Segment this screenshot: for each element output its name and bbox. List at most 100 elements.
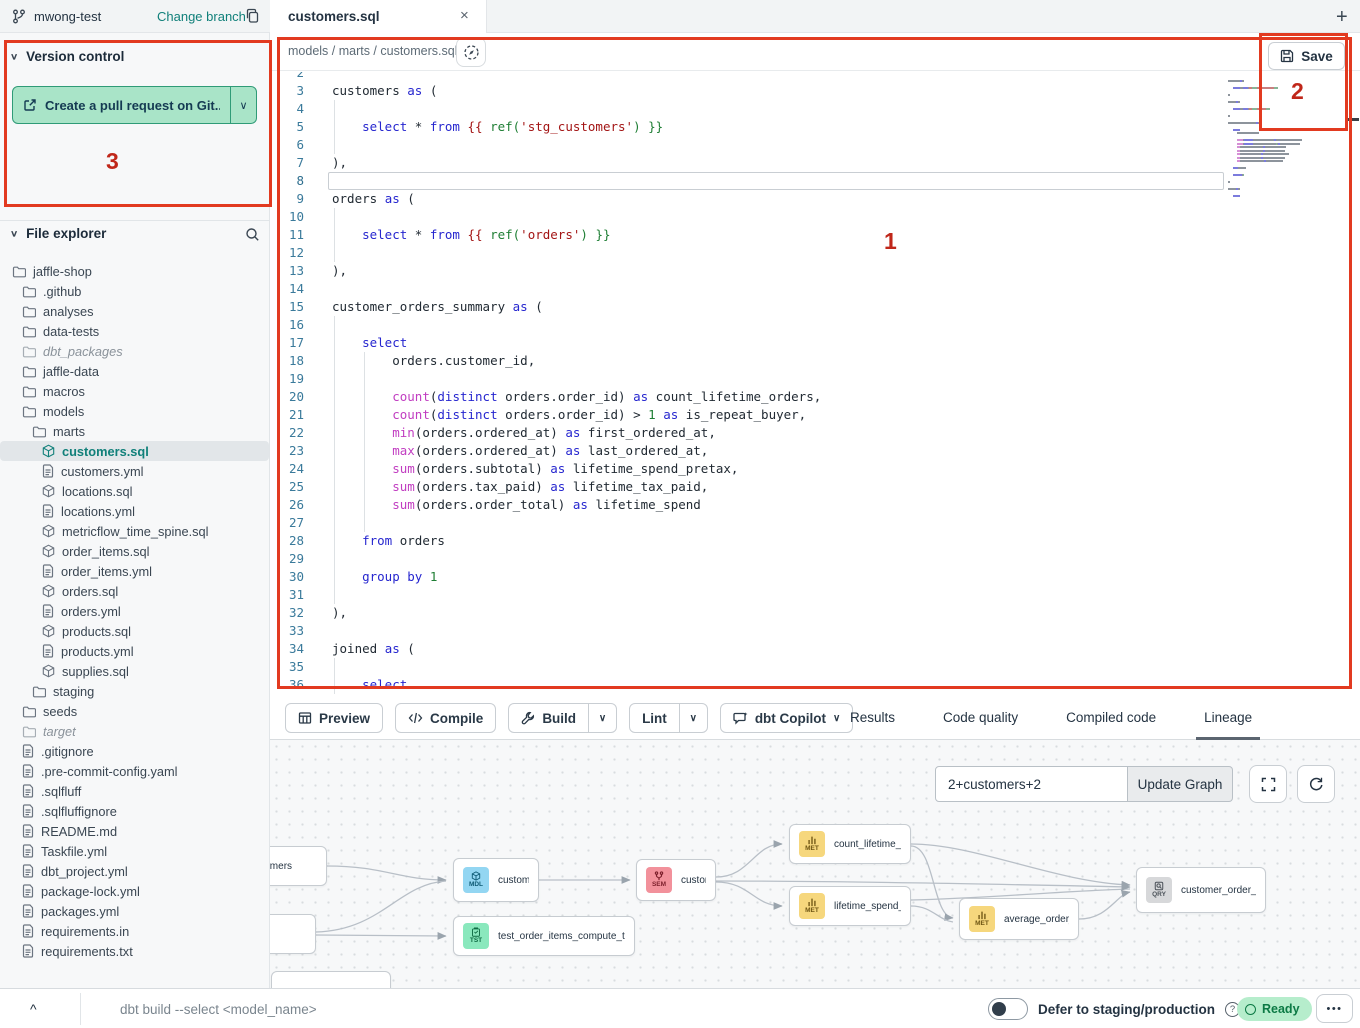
code-line[interactable]: 6 bbox=[270, 136, 1360, 154]
copilot-dropdown-caret[interactable]: ∨ bbox=[833, 713, 840, 724]
tree-item[interactable]: order_items.sql bbox=[0, 541, 269, 561]
command-input[interactable]: dbt build --select <model_name> bbox=[120, 989, 720, 1028]
code-line[interactable]: 12 bbox=[270, 244, 1360, 262]
code-line[interactable]: 13), bbox=[270, 262, 1360, 280]
code-line[interactable]: 28from orders bbox=[270, 532, 1360, 550]
code-line[interactable]: 14 bbox=[270, 280, 1360, 298]
code-line[interactable]: 30group by 1 bbox=[270, 568, 1360, 586]
file-explorer-header[interactable]: ∨ File explorer bbox=[10, 226, 260, 241]
code-line[interactable]: 17select bbox=[270, 334, 1360, 352]
code-line[interactable]: 33 bbox=[270, 622, 1360, 640]
tab-lineage[interactable]: Lineage bbox=[1196, 697, 1260, 740]
code-line[interactable]: 23max(orders.ordered_at) as last_ordered… bbox=[270, 442, 1360, 460]
tree-item[interactable]: metricflow_time_spine.sql bbox=[0, 521, 269, 541]
code-line[interactable]: 26sum(orders.order_total) as lifetime_sp… bbox=[270, 496, 1360, 514]
code-line[interactable]: 29 bbox=[270, 550, 1360, 568]
tab-results[interactable]: Results bbox=[842, 697, 903, 740]
tree-item[interactable]: Taskfile.yml bbox=[0, 841, 269, 861]
code-line[interactable]: 24sum(orders.subtotal) as lifetime_spend… bbox=[270, 460, 1360, 478]
lineage-node-lifetime-spend-pretax[interactable]: METlifetime_spend_pretax bbox=[789, 886, 911, 926]
tab-customers-sql[interactable]: customers.sql × bbox=[270, 0, 487, 33]
code-line[interactable]: 7), bbox=[270, 154, 1360, 172]
tree-item[interactable]: orders.yml bbox=[0, 601, 269, 621]
lineage-node[interactable] bbox=[271, 971, 391, 988]
code-line[interactable]: 18orders.customer_id, bbox=[270, 352, 1360, 370]
refresh-button[interactable] bbox=[1297, 765, 1335, 803]
lint-button[interactable]: Lint ∨ bbox=[629, 703, 708, 733]
tree-item[interactable]: .github bbox=[0, 281, 269, 301]
code-line[interactable]: 35 bbox=[270, 658, 1360, 676]
code-line[interactable]: 15customer_orders_summary as ( bbox=[270, 298, 1360, 316]
tree-item[interactable]: requirements.txt bbox=[0, 941, 269, 961]
tree-item[interactable]: supplies.sql bbox=[0, 661, 269, 681]
lineage-node-test-order-items-compute-to-bools-[interactable]: TSTtest_order_items_compute_to_bools... bbox=[453, 916, 635, 956]
tree-item[interactable]: dbt_project.yml bbox=[0, 861, 269, 881]
close-icon[interactable]: × bbox=[460, 7, 469, 24]
code-line[interactable]: 19 bbox=[270, 370, 1360, 388]
code-line[interactable]: 4 bbox=[270, 100, 1360, 118]
lineage-node-stg-customers[interactable]: stg_customers bbox=[270, 846, 327, 886]
lineage-node-customer-order-metrics[interactable]: QRYcustomer_order_metrics bbox=[1136, 867, 1266, 913]
search-icon[interactable] bbox=[245, 227, 260, 242]
tree-item[interactable]: dbt_packages bbox=[0, 341, 269, 361]
tree-item[interactable]: customers.sql bbox=[0, 441, 269, 461]
tree-item[interactable]: products.yml bbox=[0, 641, 269, 661]
tree-item[interactable]: README.md bbox=[0, 821, 269, 841]
code-line[interactable]: 22min(orders.ordered_at) as first_ordere… bbox=[270, 424, 1360, 442]
code-line[interactable]: 27 bbox=[270, 514, 1360, 532]
code-line[interactable]: 20count(distinct orders.order_id) as cou… bbox=[270, 388, 1360, 406]
tree-item[interactable]: macros bbox=[0, 381, 269, 401]
code-line[interactable]: 8 bbox=[270, 172, 1360, 190]
tree-item[interactable]: .gitignore bbox=[0, 741, 269, 761]
dbt-copilot-button[interactable]: dbt Copilot ∨ bbox=[720, 703, 854, 733]
preview-button[interactable]: Preview bbox=[285, 703, 383, 733]
tree-item[interactable]: requirements.in bbox=[0, 921, 269, 941]
tree-item[interactable]: products.sql bbox=[0, 621, 269, 641]
defer-toggle[interactable] bbox=[988, 998, 1028, 1020]
more-options-button[interactable]: ••• bbox=[1316, 994, 1353, 1023]
tree-item[interactable]: .sqlfluff bbox=[0, 781, 269, 801]
tree-item[interactable]: jaffle-data bbox=[0, 361, 269, 381]
code-line[interactable]: 11select * from {{ ref('orders') }} bbox=[270, 226, 1360, 244]
tree-item[interactable]: packages.yml bbox=[0, 901, 269, 921]
status-badge[interactable]: Ready bbox=[1237, 997, 1312, 1021]
lineage-node-average-order-value[interactable]: METaverage_order_value bbox=[959, 898, 1079, 940]
lineage-selector-input[interactable]: 2+customers+2 bbox=[935, 766, 1128, 802]
tree-item[interactable]: .sqlfluffignore bbox=[0, 801, 269, 821]
tree-item[interactable]: locations.sql bbox=[0, 481, 269, 501]
tab-code-quality[interactable]: Code quality bbox=[935, 697, 1026, 740]
code-line[interactable]: 2 bbox=[270, 72, 1360, 82]
tree-item[interactable]: target bbox=[0, 721, 269, 741]
tree-item[interactable]: jaffle-shop bbox=[0, 261, 269, 281]
version-control-header[interactable]: ∨ Version control bbox=[10, 49, 124, 64]
tree-item[interactable]: marts bbox=[0, 421, 269, 441]
code-line[interactable]: 3customers as ( bbox=[270, 82, 1360, 100]
copy-icon[interactable] bbox=[245, 8, 260, 24]
collapse-panel-icon[interactable]: ^ bbox=[22, 997, 45, 1021]
code-line[interactable]: 25sum(orders.tax_paid) as lifetime_tax_p… bbox=[270, 478, 1360, 496]
code-editor[interactable]: 23customers as (45select * from {{ ref('… bbox=[270, 72, 1360, 697]
tree-item[interactable]: package-lock.yml bbox=[0, 881, 269, 901]
new-tab-button[interactable]: + bbox=[1328, 2, 1356, 33]
code-line[interactable]: 36select bbox=[270, 676, 1360, 694]
build-dropdown-caret[interactable]: ∨ bbox=[588, 704, 616, 732]
tree-item[interactable]: seeds bbox=[0, 701, 269, 721]
code-line[interactable]: 16 bbox=[270, 316, 1360, 334]
code-line[interactable]: 21count(distinct orders.order_id) > 1 as… bbox=[270, 406, 1360, 424]
change-branch-link[interactable]: Change branch bbox=[157, 0, 246, 33]
tree-item[interactable]: analyses bbox=[0, 301, 269, 321]
tree-item[interactable]: staging bbox=[0, 681, 269, 701]
lineage-node-orders[interactable]: orders bbox=[270, 914, 316, 954]
update-graph-button[interactable]: Update Graph bbox=[1128, 766, 1233, 802]
compile-button[interactable]: Compile bbox=[395, 703, 496, 733]
save-button[interactable]: Save bbox=[1268, 42, 1345, 70]
tree-item[interactable]: models bbox=[0, 401, 269, 421]
build-button[interactable]: Build ∨ bbox=[508, 703, 617, 733]
lineage-node-count-lifetime-orders[interactable]: METcount_lifetime_orders bbox=[789, 824, 911, 864]
tree-item[interactable]: .pre-commit-config.yaml bbox=[0, 761, 269, 781]
create-pull-request-button[interactable]: Create a pull request on Git... ∨ bbox=[12, 86, 257, 124]
tree-item[interactable]: customers.yml bbox=[0, 461, 269, 481]
fullscreen-button[interactable] bbox=[1249, 765, 1287, 803]
tree-item[interactable]: data-tests bbox=[0, 321, 269, 341]
tree-item[interactable]: order_items.yml bbox=[0, 561, 269, 581]
